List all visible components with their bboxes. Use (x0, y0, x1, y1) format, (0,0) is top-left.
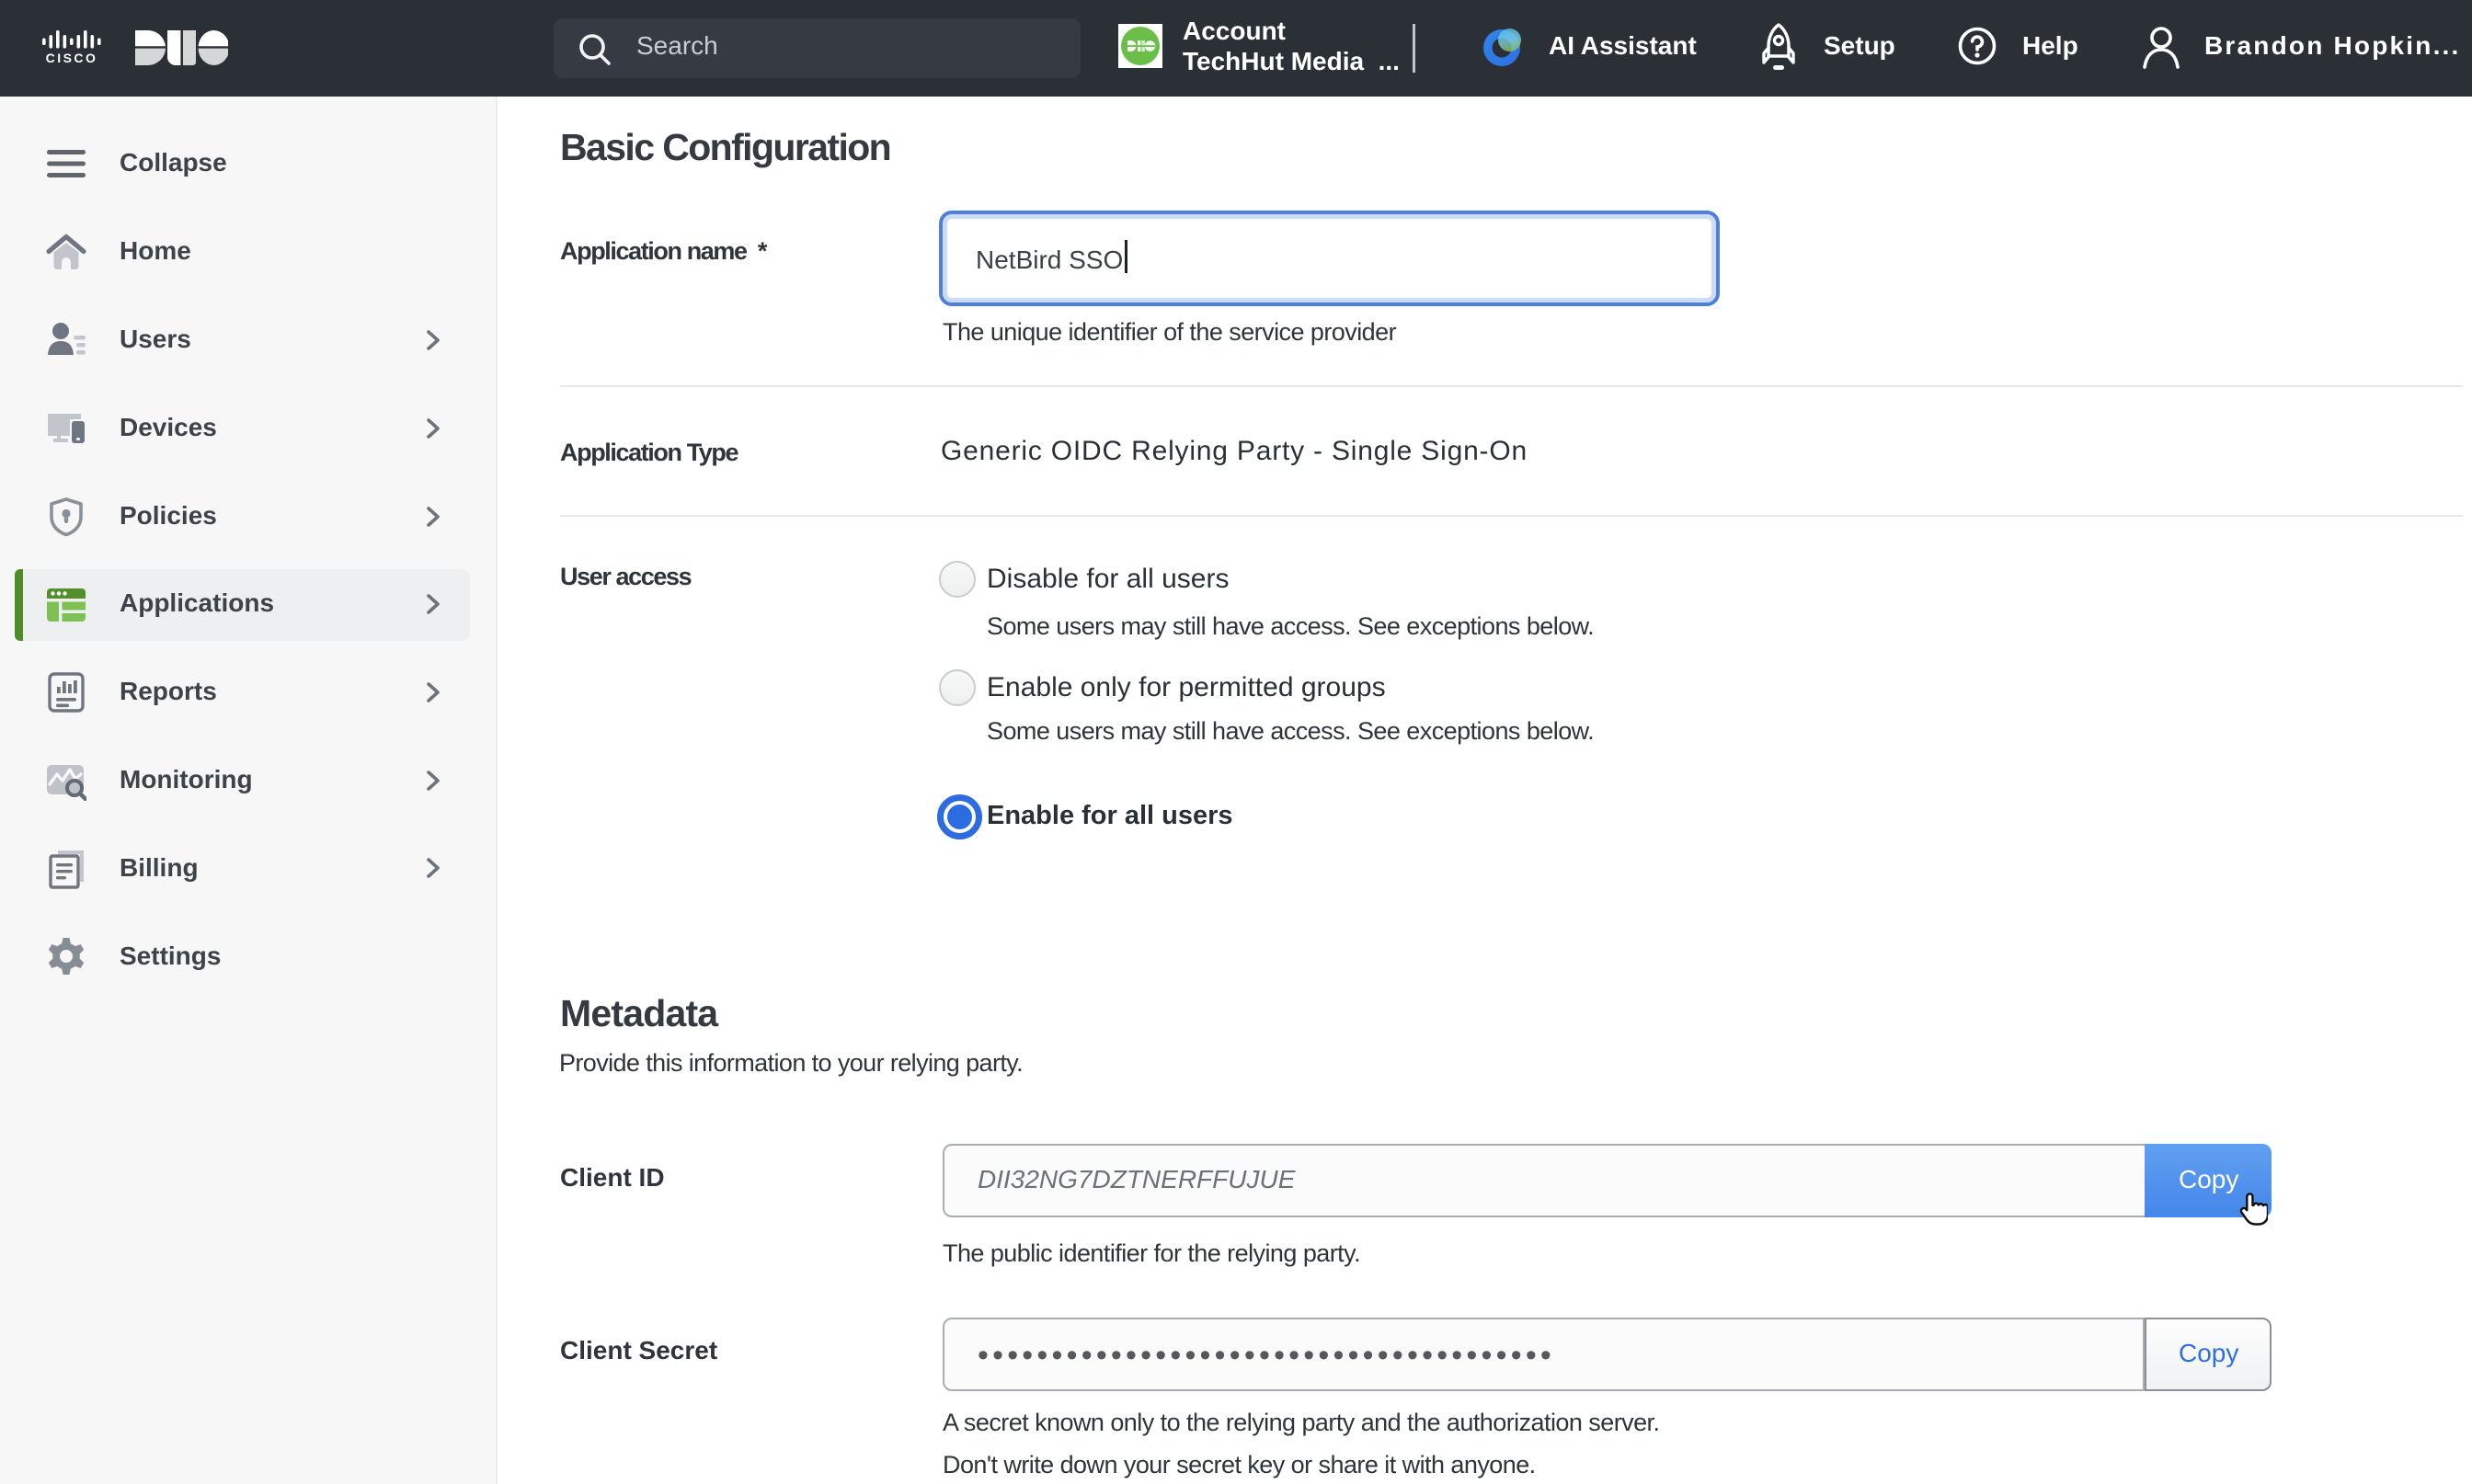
svg-text:CISCO: CISCO (46, 51, 98, 64)
